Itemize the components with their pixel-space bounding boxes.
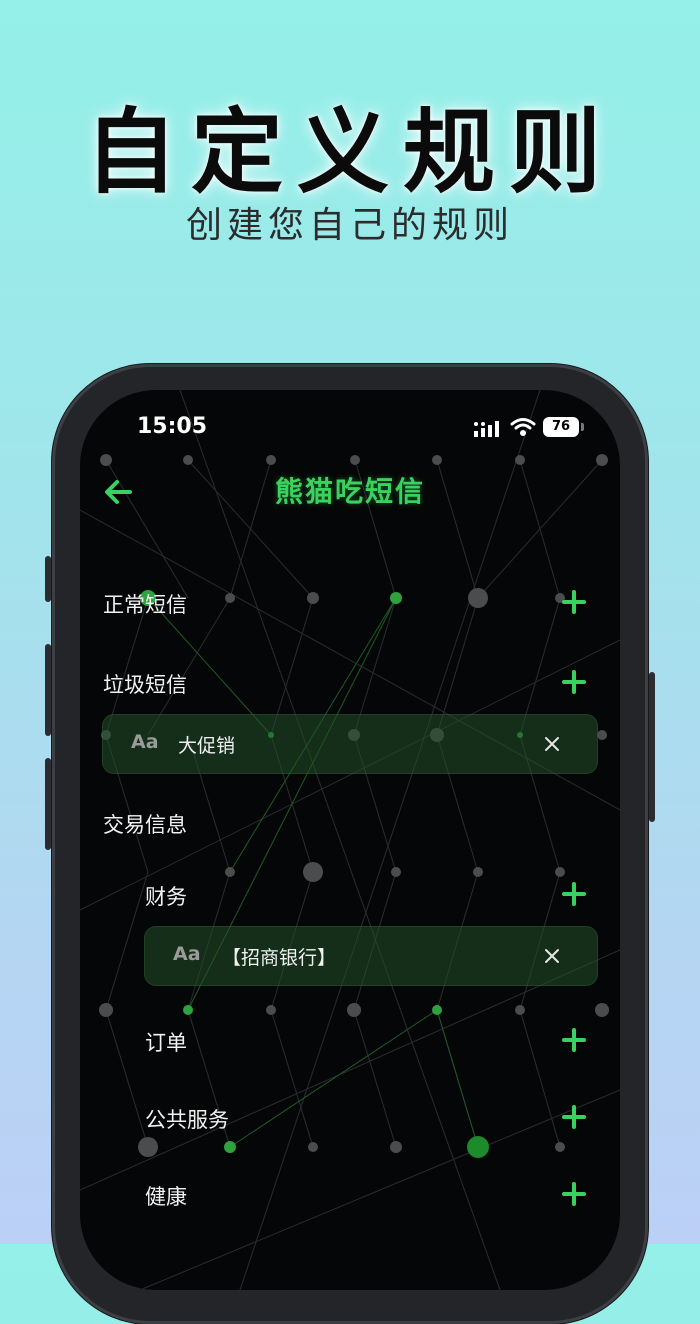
- side-button-volume-up: [45, 644, 51, 736]
- finance-keyword-card[interactable]: Aa 【招商银行】: [144, 926, 598, 986]
- keyword-type-icon: Aa: [131, 731, 159, 753]
- plus-icon: [562, 1182, 586, 1206]
- category-normal-label: 正常短信: [103, 593, 187, 617]
- wifi-icon: [510, 418, 536, 436]
- keyword-type-icon: Aa: [173, 943, 201, 965]
- plus-icon: [562, 1028, 586, 1052]
- headline: 自定义规则: [84, 99, 615, 206]
- category-transaction-label: 交易信息: [103, 813, 187, 837]
- close-icon[interactable]: [542, 734, 562, 754]
- side-button-power: [649, 672, 655, 822]
- signal-icon: [474, 421, 499, 437]
- network-background: [80, 390, 620, 1290]
- plus-icon: [562, 1105, 586, 1129]
- status-bar: 15:05 76: [80, 390, 620, 460]
- plus-icon: [562, 590, 586, 614]
- battery-icon: 76: [543, 417, 584, 437]
- app-title: 熊猫吃短信: [274, 475, 425, 508]
- subcategory-finance-label: 财务: [145, 885, 187, 909]
- subcategory-health-label: 健康: [145, 1185, 187, 1209]
- add-spam-rule-button[interactable]: [562, 670, 586, 694]
- plus-icon: [562, 670, 586, 694]
- add-order-rule-button[interactable]: [562, 1028, 586, 1052]
- add-normal-rule-button[interactable]: [562, 590, 586, 614]
- status-time: 15:05: [137, 414, 208, 439]
- add-health-rule-button[interactable]: [562, 1182, 586, 1206]
- side-button-action: [45, 556, 51, 602]
- phone-screen: 15:05 76 熊猫吃短信 正常短信 垃圾短信 Aa 大促销 交易信息 财务 …: [80, 390, 620, 1290]
- plus-icon: [562, 882, 586, 906]
- add-finance-rule-button[interactable]: [562, 882, 586, 906]
- close-icon[interactable]: [542, 946, 562, 966]
- subcategory-public-service-label: 公共服务: [145, 1108, 229, 1132]
- spam-keyword-card[interactable]: Aa 大促销: [102, 714, 598, 774]
- subcategory-order-label: 订单: [145, 1031, 187, 1055]
- add-public-service-rule-button[interactable]: [562, 1105, 586, 1129]
- keyword-text: 【招商银行】: [222, 947, 337, 969]
- side-button-volume-down: [45, 758, 51, 850]
- subheadline: 创建您自己的规则: [185, 205, 514, 246]
- keyword-text: 大促销: [178, 735, 236, 757]
- category-spam-label: 垃圾短信: [103, 673, 187, 697]
